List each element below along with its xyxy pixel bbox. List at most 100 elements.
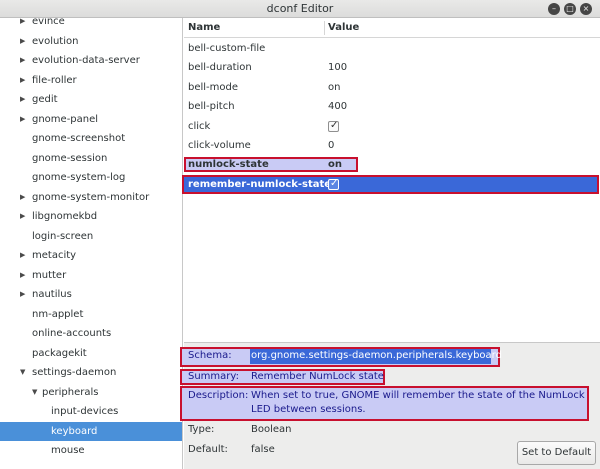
tree-item[interactable]: online-accounts xyxy=(0,324,182,343)
column-divider xyxy=(324,21,325,35)
key-row[interactable]: bell-pitch 400 xyxy=(184,97,600,116)
key-value[interactable]: 100 xyxy=(328,58,347,77)
tree-item-label: peripherals xyxy=(42,386,99,398)
expander-open-icon[interactable]: ▼ xyxy=(20,363,25,382)
schema-tree[interactable]: ▶ evince ▶ evolution ▶ evolution-data-server ▶… xyxy=(0,18,183,469)
tree-item[interactable]: login-screen xyxy=(0,227,182,246)
expander-closed-icon[interactable]: ▶ xyxy=(20,110,25,129)
key-name: bell-custom-file xyxy=(188,43,266,54)
tree-item[interactable]: ▼ settings-daemon xyxy=(0,363,182,382)
expander-closed-icon[interactable]: ▶ xyxy=(20,51,25,70)
description-label: Description: xyxy=(188,390,249,401)
checkmark-icon: ✓ xyxy=(330,177,339,189)
tree-item-label: gnome-system-log xyxy=(32,172,126,183)
default-value: false xyxy=(251,444,275,455)
value-checkbox[interactable]: ✓ xyxy=(328,120,339,132)
minimize-icon[interactable]: – xyxy=(548,3,560,15)
keys-table-header: Name Value xyxy=(184,18,600,38)
expander-closed-icon[interactable]: ▶ xyxy=(20,18,25,31)
key-name: click-volume xyxy=(188,140,251,151)
window-title: dconf Editor xyxy=(266,2,334,15)
tree-item-label: mouse xyxy=(51,445,85,456)
tree-item-label: input-devices xyxy=(51,406,119,417)
tree-item[interactable]: input-devices xyxy=(0,402,182,421)
summary-label: Summary: xyxy=(188,371,239,382)
tree-item[interactable]: ▶ gnome-panel xyxy=(0,110,182,129)
tree-item-label: libgnomekbd xyxy=(32,211,98,222)
type-value: Boolean xyxy=(251,424,292,435)
key-name: bell-duration xyxy=(188,62,252,74)
expander-closed-icon[interactable]: ▶ xyxy=(20,246,25,265)
tree-item-label: evince xyxy=(32,18,65,27)
tree-item-label: metacity xyxy=(32,250,77,261)
tree-item-label: evolution xyxy=(32,35,79,47)
tree-item[interactable]: nm-applet xyxy=(0,305,182,324)
tree-item[interactable]: ▶ evolution-data-server xyxy=(0,51,182,70)
column-header-value[interactable]: Value xyxy=(328,22,359,33)
tree-item[interactable]: packagekit xyxy=(0,344,182,363)
tree-item[interactable]: ▶ nautilus xyxy=(0,285,182,304)
title-bar: dconf Editor – □ × xyxy=(0,0,600,18)
key-value[interactable]: on xyxy=(328,155,342,174)
tree-item[interactable]: ▼ peripherals xyxy=(0,383,182,402)
tree-item-label: gnome-screenshot xyxy=(32,133,126,144)
tree-item[interactable]: keyboard xyxy=(0,421,182,441)
key-row[interactable]: click-volume 0 xyxy=(184,136,600,155)
tree-item-label: packagekit xyxy=(32,347,87,359)
tree-item[interactable]: ▶ libgnomekbd xyxy=(0,207,182,226)
tree-item[interactable]: mouse xyxy=(0,441,182,460)
key-row[interactable]: numlock-state on xyxy=(184,155,600,174)
key-value[interactable]: 0 xyxy=(328,136,334,155)
tree-item[interactable]: ▶ mutter xyxy=(0,266,182,285)
expander-closed-icon[interactable]: ▶ xyxy=(20,285,25,304)
tree-item[interactable]: ▶ evolution xyxy=(0,32,182,51)
tree-item[interactable]: gnome-session xyxy=(0,149,182,168)
tree-item[interactable]: gnome-system-log xyxy=(0,168,182,187)
tree-item[interactable]: ▶ file-roller xyxy=(0,71,182,90)
expander-closed-icon[interactable]: ▶ xyxy=(20,71,25,90)
key-value[interactable]: on xyxy=(328,78,340,97)
set-to-default-button[interactable]: Set to Default xyxy=(517,441,596,465)
tree-item-label: nautilus xyxy=(32,289,72,300)
key-value[interactable]: 400 xyxy=(328,97,347,116)
tree-item[interactable]: ▶ evince xyxy=(0,18,182,31)
tree-item-label: settings-daemon xyxy=(32,367,117,378)
tree-item-label: gedit xyxy=(32,94,58,105)
tree-item[interactable]: ▶ gedit xyxy=(0,90,182,109)
tree-item[interactable]: ▶ gnome-system-monitor xyxy=(0,188,182,207)
column-header-name[interactable]: Name xyxy=(188,22,220,33)
maximize-icon[interactable]: □ xyxy=(564,3,576,15)
description-line-1: When set to true, GNOME will remember th… xyxy=(251,390,585,401)
tree-item-label: online-accounts xyxy=(32,328,112,339)
key-row[interactable]: bell-custom-file xyxy=(184,39,600,58)
key-row[interactable]: click ✓ xyxy=(184,117,600,136)
expander-closed-icon[interactable]: ▶ xyxy=(20,90,25,109)
expander-closed-icon[interactable]: ▶ xyxy=(20,207,25,226)
tree-item-label: gnome-panel xyxy=(32,113,99,125)
dconf-editor-window: dconf Editor – □ × ▶ evince ▶ evolution ▶ evo… xyxy=(0,0,600,469)
value-checkbox[interactable]: ✓ xyxy=(328,177,339,190)
tree-item-label: nm-applet xyxy=(32,308,84,320)
expander-closed-icon[interactable]: ▶ xyxy=(20,188,25,207)
key-row[interactable]: remember-numlock-state ✓ xyxy=(184,175,600,194)
close-icon[interactable]: × xyxy=(580,3,592,15)
tree-item-label: evolution-data-server xyxy=(32,55,140,66)
tree-item[interactable]: gnome-screenshot xyxy=(0,129,182,148)
key-name: remember-numlock-state xyxy=(188,178,332,190)
tree-item-label: mutter xyxy=(32,269,67,281)
summary-value: Remember NumLock state xyxy=(251,371,384,382)
key-row[interactable]: bell-duration 100 xyxy=(184,58,600,77)
tree-item[interactable]: ▶ metacity xyxy=(0,246,182,265)
expander-open-icon[interactable]: ▼ xyxy=(32,383,37,402)
key-row[interactable]: bell-mode on xyxy=(184,78,600,97)
tree-item-label: keyboard xyxy=(51,425,98,437)
description-line-2: LED between sessions. xyxy=(251,404,366,415)
schema-value[interactable]: org.gnome.settings-daemon.peripherals.ke… xyxy=(251,350,502,361)
type-label: Type: xyxy=(188,424,215,435)
tree-item-label: login-screen xyxy=(32,230,94,242)
key-name: bell-mode xyxy=(188,81,239,93)
schema-label: Schema: xyxy=(188,350,232,361)
expander-closed-icon[interactable]: ▶ xyxy=(20,266,25,285)
expander-closed-icon[interactable]: ▶ xyxy=(20,32,25,51)
tree-item-label: gnome-session xyxy=(32,152,108,164)
